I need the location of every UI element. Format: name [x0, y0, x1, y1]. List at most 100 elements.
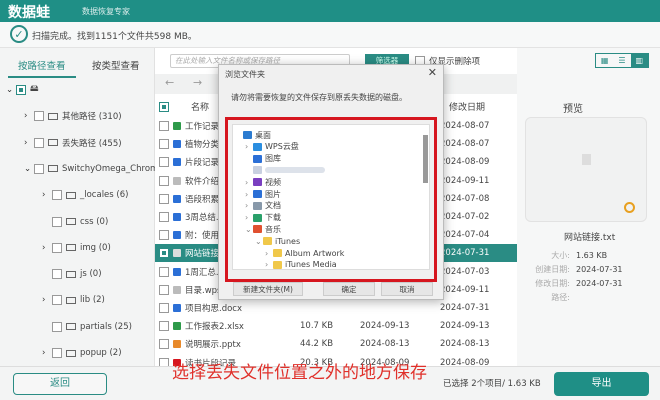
- table-row[interactable]: 工作报表2.xlsx 10.7 KB 2024-09-13 2024-09-13: [155, 317, 517, 335]
- expand-arrow-icon[interactable]: ›: [265, 249, 273, 258]
- tree-checkbox[interactable]: [52, 190, 62, 201]
- tree-item[interactable]: partials (25): [42, 319, 132, 335]
- check-circle-icon: ✓: [10, 25, 28, 43]
- select-all-checkbox[interactable]: [159, 101, 169, 112]
- file-type-icon: [173, 340, 181, 349]
- zoom-icon[interactable]: [624, 202, 635, 213]
- expand-arrow-icon[interactable]: ›: [245, 142, 253, 151]
- back-arrow-icon[interactable]: ←: [165, 76, 174, 89]
- tree-item[interactable]: › img (0): [42, 240, 111, 256]
- tree-item[interactable]: › 丢失路径 (455): [24, 135, 122, 151]
- folder-item[interactable]: › 视频: [245, 176, 281, 188]
- scrollbar[interactable]: [423, 135, 428, 183]
- tree-checkbox[interactable]: [52, 348, 62, 358]
- file-size: 10.7 KB: [300, 321, 334, 332]
- column-name[interactable]: 名称: [191, 100, 209, 113]
- expand-arrow-icon[interactable]: ⌄: [24, 164, 34, 174]
- row-checkbox[interactable]: [159, 175, 169, 186]
- expand-arrow-icon[interactable]: ›: [42, 190, 52, 200]
- tree-item[interactable]: js (0): [42, 266, 102, 282]
- folder-label: 图片: [265, 189, 281, 199]
- expand-arrow-icon[interactable]: ›: [265, 260, 273, 269]
- expand-arrow-icon[interactable]: ›: [42, 348, 52, 358]
- expand-arrow-icon[interactable]: ⌄: [6, 85, 16, 95]
- folder-item[interactable]: › 图片: [245, 188, 281, 200]
- tree-checkbox[interactable]: [34, 163, 44, 174]
- tree-item[interactable]: › 其他路径 (310): [24, 108, 122, 124]
- tree-checkbox[interactable]: [52, 295, 62, 306]
- tree-item[interactable]: › _locales (6): [42, 187, 128, 203]
- grid-view-icon[interactable]: ▦: [596, 54, 613, 67]
- preview-title: 预览: [563, 104, 583, 115]
- tree-checkbox[interactable]: [52, 269, 62, 280]
- folder-icon: [66, 323, 76, 331]
- folder-icon: [66, 270, 76, 278]
- expand-arrow-icon[interactable]: ⌄: [245, 225, 253, 234]
- tree-item[interactable]: ⌄ 🖴: [6, 82, 39, 98]
- tree-item[interactable]: › popup (2): [42, 345, 122, 361]
- folder-item[interactable]: 桌面: [235, 129, 271, 141]
- tab-by-path[interactable]: 按路径查看: [18, 58, 66, 72]
- row-checkbox[interactable]: [159, 193, 169, 204]
- tab-by-type[interactable]: 按类型查看: [92, 58, 140, 72]
- ok-button[interactable]: 确定: [323, 282, 375, 296]
- highlight-box: 桌面 › WPS云盘 图库 › 视频 › 图片 › 文档 › 下载 ⌄ 音乐 ⌄ iTunes › Album A…: [225, 117, 437, 282]
- row-checkbox[interactable]: [159, 248, 169, 259]
- expand-arrow-icon[interactable]: ›: [42, 243, 52, 253]
- tree-label: lib (2): [80, 295, 105, 306]
- expand-arrow-icon[interactable]: ›: [24, 111, 34, 121]
- row-checkbox[interactable]: [159, 139, 169, 150]
- tree-item[interactable]: ⌄ SwitchyOmega_Chromium: [24, 161, 174, 177]
- column-modified[interactable]: 修改日期: [449, 100, 485, 113]
- folder-label: iTunes Media: [285, 260, 337, 270]
- folder-item[interactable]: › 下载: [245, 212, 281, 224]
- export-button[interactable]: 导出: [554, 372, 649, 396]
- back-button[interactable]: 返回: [13, 373, 107, 395]
- tree-item[interactable]: › lib (2): [42, 292, 105, 308]
- close-icon[interactable]: ✕: [428, 66, 437, 79]
- expand-arrow-icon[interactable]: ›: [245, 213, 253, 222]
- row-checkbox[interactable]: [159, 157, 169, 168]
- folder-item[interactable]: 图库: [245, 153, 281, 165]
- tree-checkbox[interactable]: [34, 137, 44, 148]
- tree-checkbox[interactable]: [52, 242, 62, 253]
- forward-arrow-icon[interactable]: →: [193, 76, 202, 89]
- row-checkbox[interactable]: [159, 212, 169, 222]
- expand-arrow-icon[interactable]: ›: [245, 201, 253, 210]
- tree-checkbox[interactable]: [34, 111, 44, 122]
- table-row[interactable]: 项目构思.docx 2024-07-31: [155, 299, 517, 317]
- tree-checkbox[interactable]: [52, 216, 62, 227]
- row-checkbox[interactable]: [159, 303, 169, 313]
- folder-item[interactable]: › iTunes Media: [265, 259, 337, 270]
- expand-arrow-icon[interactable]: ›: [245, 190, 253, 199]
- folder-icon: [66, 244, 76, 252]
- expand-arrow-icon[interactable]: ›: [42, 295, 52, 305]
- table-row[interactable]: 说明展示.pptx 44.2 KB 2024-08-13 2024-08-13: [155, 335, 517, 353]
- cancel-button[interactable]: 取消: [381, 282, 433, 296]
- row-checkbox[interactable]: [159, 230, 169, 241]
- folder-item[interactable]: › 文档: [245, 200, 281, 212]
- folder-label: [265, 167, 325, 174]
- tree-checkbox[interactable]: [52, 321, 62, 332]
- expand-arrow-icon[interactable]: ›: [245, 178, 253, 187]
- list-view-icon[interactable]: ☰: [613, 54, 630, 67]
- row-checkbox[interactable]: [159, 321, 169, 332]
- row-checkbox[interactable]: [159, 266, 169, 277]
- row-checkbox[interactable]: [159, 121, 169, 131]
- new-folder-button[interactable]: 新建文件夹(M): [233, 282, 303, 296]
- folder-item[interactable]: [245, 164, 325, 176]
- folder-item[interactable]: ⌄ iTunes: [255, 235, 300, 247]
- folder-item[interactable]: › Album Artwork: [265, 247, 344, 259]
- row-checkbox[interactable]: [159, 284, 169, 295]
- detail-view-icon[interactable]: ▥: [630, 54, 648, 67]
- folder-icon: [263, 237, 272, 246]
- app-subtitle: 数据恢复专家: [82, 7, 130, 16]
- tree-checkbox[interactable]: [16, 85, 26, 95]
- row-checkbox[interactable]: [159, 339, 169, 350]
- folder-item[interactable]: ⌄ 音乐: [245, 223, 281, 235]
- expand-arrow-icon[interactable]: ⌄: [255, 237, 263, 246]
- expand-arrow-icon[interactable]: ›: [24, 138, 34, 148]
- folder-icon: [253, 201, 262, 210]
- folder-item[interactable]: › WPS云盘: [245, 141, 299, 153]
- tree-item[interactable]: css (0): [42, 214, 108, 230]
